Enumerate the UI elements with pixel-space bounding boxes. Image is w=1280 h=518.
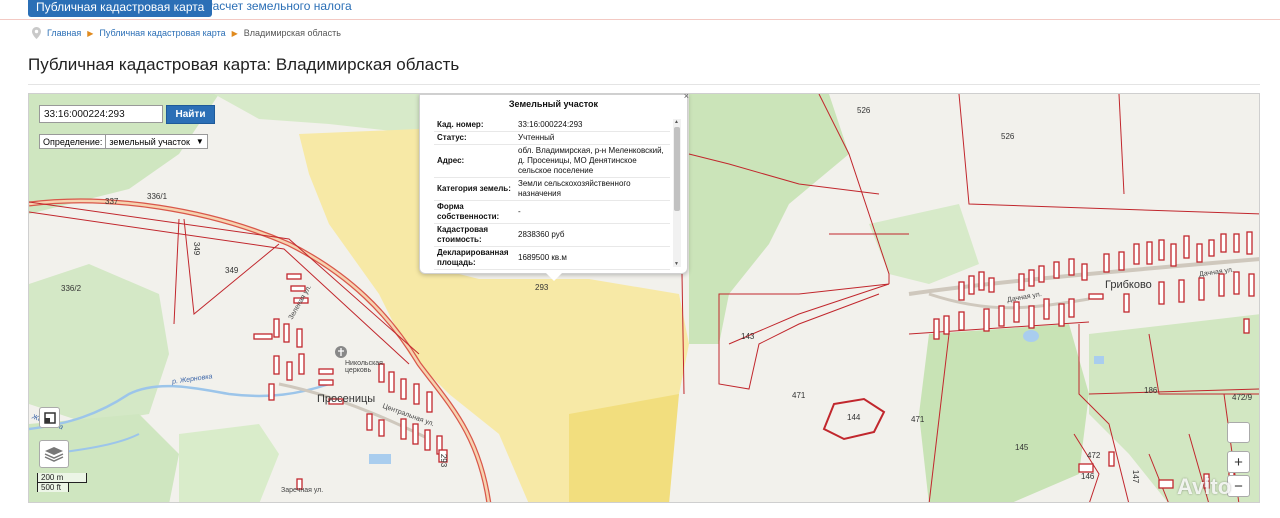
divider: [28, 84, 1260, 85]
parcel-label: 145: [1015, 443, 1029, 452]
popup-title: Земельный участок: [508, 99, 599, 109]
chevron-right-icon: ▶: [87, 28, 94, 38]
fullscreen-button[interactable]: [39, 407, 60, 428]
definition-selector[interactable]: Определение: земельный участок ▼: [39, 134, 208, 149]
watermark-logo: Avito: [1177, 474, 1232, 499]
row-value: -: [515, 200, 670, 224]
find-button[interactable]: Найти: [166, 105, 215, 124]
layers-button[interactable]: [39, 440, 69, 468]
tab-cadastral-map[interactable]: Публичная кадастровая карта: [28, 0, 213, 17]
table-row: Кад. номер: 33:16:000224:293: [434, 119, 670, 132]
breadcrumb-home[interactable]: Главная: [47, 28, 81, 38]
popup-scrollbar[interactable]: ▲ ▼: [673, 119, 681, 267]
parcel-label: 293: [535, 283, 549, 292]
scrollbar-thumb[interactable]: [674, 127, 680, 211]
parcel-label: 472/9: [1232, 393, 1253, 402]
parcel-label: 293: [439, 453, 449, 468]
location-pin-icon: [32, 27, 41, 39]
table-row: Категория земель: Земли сельскохозяйствен…: [434, 177, 670, 201]
chevron-down-icon: ▼: [195, 137, 204, 146]
row-key: Адрес:: [434, 144, 515, 178]
row-value: 1689500 кв.м: [515, 246, 670, 270]
breadcrumb: Главная ▶ Публичная кадастровая карта ▶ …: [32, 27, 341, 39]
cadastral-map[interactable]: 526 526 337 336/1 349 349 336/2 293 143 …: [28, 93, 1260, 503]
chevron-right-icon: ▶: [231, 28, 238, 38]
page-title: Публичная кадастровая карта: Владимирска…: [28, 55, 460, 74]
row-value: обл. Владимирская, р-н Меленковский, д. …: [515, 144, 670, 178]
scale-metric: 200 m: [37, 473, 87, 483]
parcel-label: 472: [1087, 451, 1101, 460]
parcel-label: 349: [225, 266, 239, 275]
popup-pointer: [546, 273, 562, 281]
table-row: Декларированная площадь: 1689500 кв.м: [434, 246, 670, 270]
row-value: 2838360 руб: [515, 223, 670, 247]
row-key: Статус:: [434, 131, 515, 145]
parcel-info-table: Кад. номер: 33:16:000224:293 Статус: Учтен…: [434, 119, 670, 270]
scroll-down-icon[interactable]: ▼: [674, 261, 679, 267]
row-value: Земли сельскохозяйственного назначения: [515, 177, 670, 201]
parcel-label: 337: [105, 197, 119, 206]
breadcrumb-section[interactable]: Публичная кадастровая карта: [99, 28, 225, 38]
row-key: Кад. номер:: [434, 119, 515, 132]
table-row: Кадастровая стоимость: 2838360 руб: [434, 223, 670, 247]
close-icon[interactable]: ×: [684, 94, 689, 101]
village-label: Грибково: [1105, 279, 1152, 291]
table-row: Адрес: обл. Владимирская, р-н Меленковски…: [434, 144, 670, 178]
row-key: Форма собственности:: [434, 200, 515, 224]
cadastral-number-input[interactable]: [39, 105, 163, 123]
layers-icon: [40, 441, 68, 467]
tab-land-tax[interactable]: Расчет земельного налога: [205, 0, 352, 17]
definition-value: земельный участок: [109, 136, 190, 147]
parcel-label: 471: [792, 391, 806, 400]
parcel-label: 336/2: [61, 284, 82, 293]
parcel-label: 526: [1001, 132, 1015, 141]
fullscreen-icon: [40, 408, 59, 427]
parcel-label: 526: [857, 106, 871, 115]
parcel-label: 146: [1081, 472, 1095, 481]
breadcrumb-current: Владимирская область: [243, 28, 341, 38]
parcel-label: 143: [741, 332, 755, 341]
parcel-label: 471: [911, 415, 925, 424]
village-label: Просеницы: [317, 393, 376, 405]
map-tool-button[interactable]: [1227, 422, 1250, 443]
definition-label: Определение:: [43, 136, 103, 147]
scale-imperial: 500 ft: [37, 482, 69, 492]
parcel-info-popup[interactable]: × Земельный участок Кад. номер: 33:16:000…: [419, 94, 689, 281]
church-label: Никольская церковь: [345, 360, 383, 374]
table-row: Статус: Учтенный: [434, 131, 670, 145]
parcel-label: 186: [1144, 386, 1158, 395]
definition-select[interactable]: земельный участок ▼: [105, 135, 206, 148]
scroll-up-icon[interactable]: ▲: [674, 119, 679, 125]
row-value: Учтенный: [515, 131, 670, 145]
row-key: Декларированная площадь:: [434, 246, 515, 270]
row-key: Кадастровая стоимость:: [434, 223, 515, 247]
parcel-label: 147: [1131, 469, 1141, 484]
parcel-label: 349: [192, 241, 202, 256]
plus-icon: +: [1234, 453, 1243, 471]
map-scale: 200 m 500 ft: [37, 473, 87, 492]
parcel-label: 144: [847, 413, 861, 422]
row-key: Категория земель:: [434, 177, 515, 201]
table-row: Форма собственности: -: [434, 200, 670, 224]
row-value: 33:16:000224:293: [515, 119, 670, 132]
top-tab-bar: Публичная кадастровая карта Расчет земел…: [0, 0, 1280, 20]
zoom-in-button[interactable]: +: [1227, 451, 1250, 473]
parcel-label: 336/1: [147, 192, 168, 201]
street-label: Заречная ул.: [281, 487, 324, 494]
